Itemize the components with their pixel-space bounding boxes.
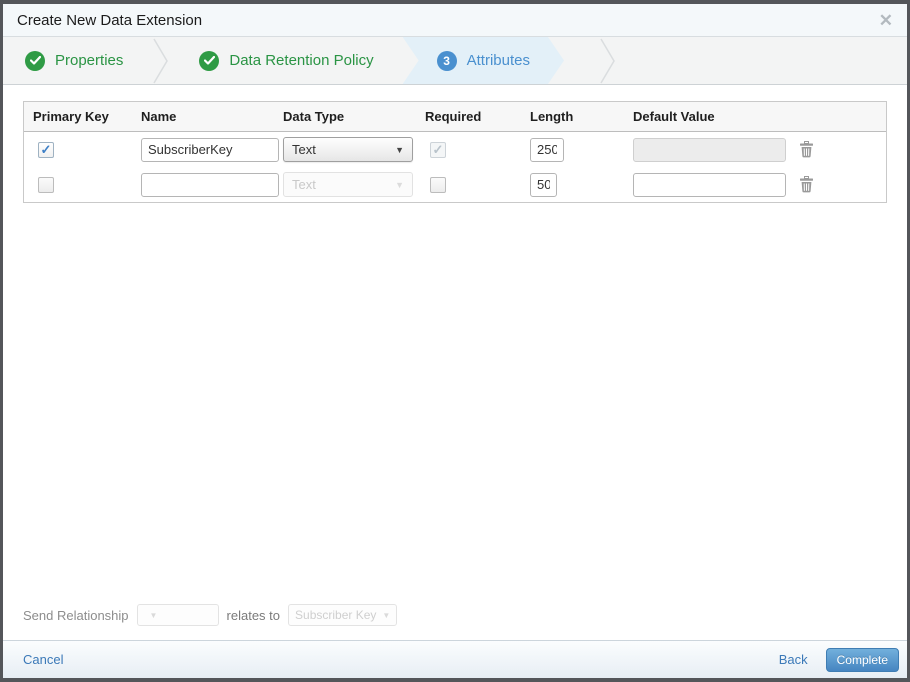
- length-input[interactable]: [530, 137, 564, 162]
- length-input[interactable]: [530, 172, 557, 197]
- table-cell: [132, 132, 279, 167]
- data-type-select: Text ▼: [283, 172, 413, 197]
- column-header-length: Length: [521, 102, 624, 132]
- dialog-content: Primary Key Name Data Type Required Leng…: [3, 85, 907, 640]
- table-cell: [786, 132, 886, 167]
- data-type-selected-value: Text: [292, 142, 316, 157]
- attribute-name-input[interactable]: [141, 172, 279, 197]
- table-cell: Text ▼: [274, 167, 416, 202]
- step-label: Attributes: [466, 52, 530, 69]
- data-type-select[interactable]: Text ▼: [283, 137, 413, 162]
- required-checkbox[interactable]: [430, 176, 446, 193]
- step-attributes[interactable]: 3 Attributes: [403, 37, 564, 84]
- table-cell: [624, 132, 786, 167]
- create-data-extension-dialog: Create New Data Extension ✕ Properties D…: [0, 0, 910, 682]
- table-cell: [132, 167, 279, 202]
- table-row: ✓: [24, 132, 132, 167]
- dialog-title: Create New Data Extension: [17, 11, 203, 29]
- relates-to-field-select: Subscriber Key ▼: [288, 604, 398, 626]
- table-cell: [786, 167, 886, 202]
- column-header-default-value: Default Value: [624, 102, 786, 132]
- close-icon[interactable]: ✕: [879, 12, 893, 29]
- chevron-down-icon: ▼: [149, 610, 158, 620]
- table-cell: [521, 167, 624, 202]
- step-label: Properties: [55, 52, 124, 69]
- table-cell: ✓: [416, 132, 521, 167]
- table-cell: [521, 132, 624, 167]
- primary-key-checkbox[interactable]: [38, 176, 54, 193]
- step-properties[interactable]: Properties: [3, 37, 153, 84]
- relates-to-label: relates to: [226, 607, 281, 623]
- cancel-link[interactable]: Cancel: [23, 652, 63, 667]
- chevron-down-icon: ▼: [395, 144, 404, 155]
- dialog-titlebar: Create New Data Extension ✕: [3, 4, 907, 37]
- column-header-required: Required: [416, 102, 521, 132]
- default-value-input: [633, 137, 786, 162]
- send-relationship-field-select: ▼: [136, 604, 219, 626]
- delete-row-icon[interactable]: [799, 141, 814, 158]
- send-relationship-row: Send Relationship ▼ relates to Subscribe…: [23, 604, 887, 626]
- required-checkbox: ✓: [430, 141, 446, 158]
- wizard-stepper: Properties Data Retention Policy 3 Attri…: [3, 37, 907, 85]
- column-header-primary-key: Primary Key: [24, 102, 132, 132]
- relates-to-selected-value: Subscriber Key: [295, 608, 377, 622]
- step-separator: [600, 37, 616, 84]
- column-header-data-type: Data Type: [274, 102, 416, 132]
- attributes-table: Primary Key Name Data Type Required Leng…: [23, 101, 887, 203]
- column-header-actions: [786, 102, 886, 132]
- back-link[interactable]: Back: [779, 652, 808, 667]
- complete-button[interactable]: Complete: [825, 647, 899, 672]
- chevron-down-icon: ▼: [382, 610, 391, 620]
- delete-row-icon[interactable]: [799, 176, 814, 193]
- table-cell: [624, 167, 786, 202]
- send-relationship-label: Send Relationship: [23, 607, 129, 623]
- chevron-down-icon: ▼: [395, 179, 404, 190]
- step-separator: [153, 37, 169, 84]
- check-circle-icon: [25, 50, 45, 71]
- data-type-selected-value: Text: [292, 177, 316, 192]
- step-number-badge: 3: [437, 51, 457, 71]
- table-row: [24, 167, 132, 202]
- dialog-footer: Cancel Back Complete: [3, 640, 907, 678]
- primary-key-checkbox[interactable]: ✓: [38, 141, 54, 158]
- attribute-name-input[interactable]: [141, 137, 279, 162]
- table-cell: [416, 167, 521, 202]
- step-data-retention-policy[interactable]: Data Retention Policy: [169, 37, 403, 84]
- table-cell: Text ▼: [274, 132, 416, 167]
- check-circle-icon: [199, 50, 220, 71]
- step-label: Data Retention Policy: [229, 52, 374, 69]
- default-value-input[interactable]: [633, 172, 786, 197]
- column-header-name: Name: [132, 102, 274, 132]
